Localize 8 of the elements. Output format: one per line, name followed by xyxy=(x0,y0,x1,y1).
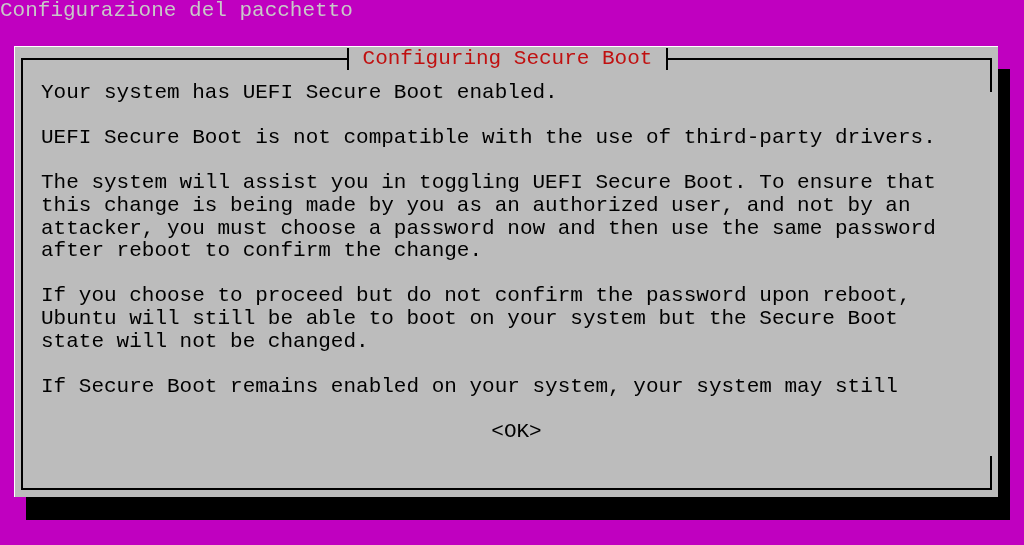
paragraph: The system will assist you in toggling UEFI Secure Boot. To ensure that this change is being made by you as an authorized user, and not by an attacker, you must choose a password now and then use the same password after reboot to confirm the change. xyxy=(41,172,937,263)
screen-title: Configurazione del pacchetto xyxy=(0,0,354,24)
paragraph: UEFI Secure Boot is not compatible with the use of third-party drivers. xyxy=(41,127,937,150)
paragraph: Your system has UEFI Secure Boot enabled. xyxy=(41,82,559,105)
ok-button[interactable]: <OK> xyxy=(491,420,542,444)
paragraph: If you choose to proceed but do not confirm the password upon reboot, Ubuntu will still be able to boot on your system but the Secure Boot state will not be changed. xyxy=(41,285,912,354)
paragraph: If Secure Boot remains enabled on your system, your system may still xyxy=(41,375,899,399)
dialog-title: Configuring Secure Boot xyxy=(346,48,669,70)
